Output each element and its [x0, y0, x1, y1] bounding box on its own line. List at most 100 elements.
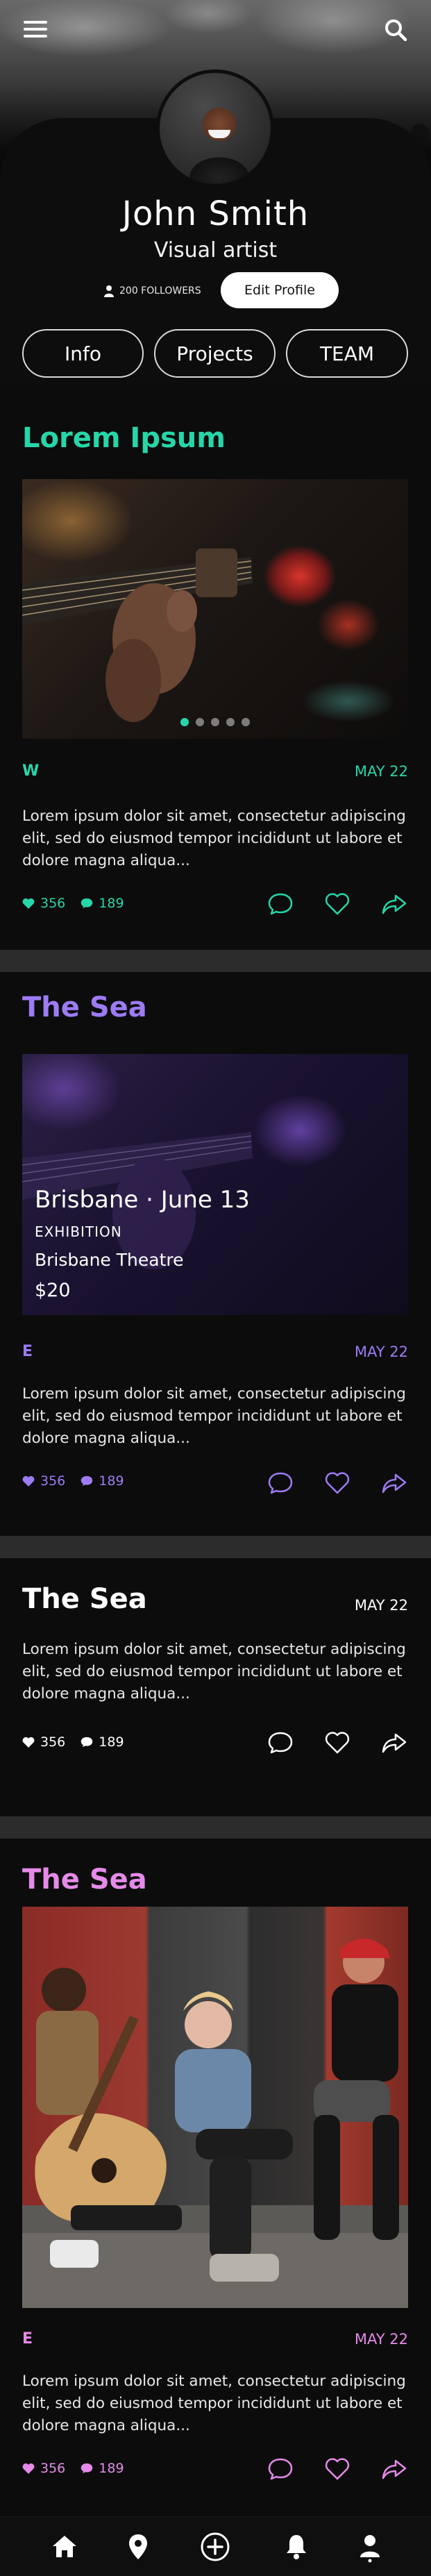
post-separator — [0, 1816, 431, 1839]
post-date: MAY 22 — [354, 763, 408, 780]
post-actions — [267, 890, 408, 918]
post-date: MAY 22 — [354, 1597, 408, 1614]
post-separator — [0, 950, 431, 972]
comments-count[interactable]: 189 — [81, 1473, 124, 1489]
profile-tabs: Info Projects TEAM — [22, 329, 409, 378]
profile-role: Visual artist — [153, 238, 278, 262]
comments-value: 189 — [99, 1734, 124, 1750]
likes-count[interactable]: 356 — [22, 1734, 65, 1750]
comment-icon[interactable] — [267, 2455, 294, 2483]
bottom-navigation — [0, 2516, 431, 2576]
heart-icon[interactable] — [323, 890, 351, 918]
profile-header: John Smith Visual artist 200 FOLLOWERS E… — [0, 0, 431, 389]
comment-icon[interactable] — [267, 1729, 294, 1757]
carousel-dot[interactable] — [180, 718, 189, 726]
post-actions — [267, 2455, 408, 2483]
guitar-photo-carousel[interactable] — [22, 479, 408, 739]
heart-icon[interactable] — [323, 1469, 351, 1497]
likes-value: 356 — [40, 1473, 66, 1489]
avatar[interactable] — [156, 69, 274, 187]
comments-count[interactable]: 189 — [81, 896, 124, 911]
person-icon — [104, 285, 114, 297]
post-card: The Sea E MAY 22 Lorem ipsum dolor sit a… — [0, 1839, 431, 2516]
post-body: Lorem ipsum dolor sit amet, consectetur … — [22, 1385, 406, 1447]
likes-value: 356 — [40, 2461, 66, 2476]
share-icon[interactable] — [380, 1729, 408, 1757]
event-type: EXHIBITION — [35, 1223, 122, 1240]
tab-team[interactable]: TEAM — [286, 329, 408, 378]
post-title: The Sea — [22, 992, 147, 1023]
hamburger-menu-icon[interactable] — [24, 21, 47, 39]
event-photo[interactable]: Brisbane · June 13 EXHIBITION Brisbane T… — [22, 1054, 408, 1315]
likes-count[interactable]: 356 — [22, 896, 65, 911]
likes-count[interactable]: 356 — [22, 2461, 65, 2476]
carousel-dot[interactable] — [226, 718, 235, 726]
location-pin-icon[interactable] — [122, 2531, 154, 2563]
followers-count[interactable]: 200 FOLLOWERS — [104, 281, 201, 301]
carousel-dots — [22, 718, 408, 726]
post-stats: 356 189 — [22, 1473, 124, 1489]
edit-profile-button[interactable]: Edit Profile — [221, 272, 339, 308]
tab-projects[interactable]: Projects — [154, 329, 276, 378]
comment-filled-icon — [81, 898, 93, 909]
comment-icon[interactable] — [267, 890, 294, 918]
comments-count[interactable]: 189 — [81, 2461, 124, 2476]
comments-count[interactable]: 189 — [81, 1734, 124, 1750]
guitar-neck-illustration — [22, 549, 253, 722]
home-icon[interactable] — [49, 2531, 81, 2563]
likes-value: 356 — [40, 896, 66, 911]
carousel-dot[interactable] — [242, 718, 250, 726]
musicians-photo[interactable] — [22, 1907, 408, 2308]
event-city-date: Brisbane · June 13 — [35, 1186, 250, 1214]
musicians-illustration — [22, 1939, 408, 2308]
post-title: The Sea — [22, 1864, 147, 1896]
event-details: Brisbane · June 13 EXHIBITION Brisbane T… — [35, 1186, 250, 1301]
heart-filled-icon — [22, 1475, 35, 1487]
followers-label: 200 FOLLOWERS — [119, 285, 201, 296]
profile-name: John Smith — [121, 194, 310, 233]
comments-value: 189 — [99, 1473, 124, 1489]
comment-filled-icon — [81, 2463, 93, 2474]
avatar-smile — [208, 130, 230, 138]
carousel-dot[interactable] — [211, 718, 219, 726]
heart-icon[interactable] — [323, 1729, 351, 1757]
post-body: Lorem ipsum dolor sit amet, consectetur … — [22, 2373, 406, 2434]
post-separator — [0, 1536, 431, 1558]
post-card: Lorem Ipsum W MAY 22 Lorem ipsum dolor s… — [0, 397, 431, 950]
post-body: Lorem ipsum dolor sit amet, consectetur … — [22, 1641, 406, 1703]
search-icon[interactable] — [384, 18, 407, 42]
comments-value: 189 — [99, 896, 124, 911]
comments-value: 189 — [99, 2461, 124, 2476]
bell-icon[interactable] — [280, 2531, 312, 2563]
post-actions — [267, 1729, 408, 1757]
likes-count[interactable]: 356 — [22, 1473, 65, 1489]
post-tag: E — [22, 1343, 33, 1360]
likes-value: 356 — [40, 1734, 66, 1750]
post-title: The Sea — [22, 1583, 147, 1615]
post-tag: E — [22, 2330, 33, 2348]
post-stats: 356 189 — [22, 1734, 124, 1750]
carousel-dot[interactable] — [196, 718, 204, 726]
add-circle-icon[interactable] — [199, 2531, 231, 2563]
comment-filled-icon — [81, 1737, 93, 1748]
post-body: Lorem ipsum dolor sit amet, consectetur … — [22, 808, 406, 869]
user-icon[interactable] — [354, 2531, 386, 2563]
heart-filled-icon — [22, 2463, 35, 2474]
share-icon[interactable] — [380, 2455, 408, 2483]
post-date: MAY 22 — [354, 2331, 408, 2348]
heart-filled-icon — [22, 898, 35, 909]
post-date: MAY 22 — [354, 1344, 408, 1360]
share-icon[interactable] — [380, 890, 408, 918]
post-card: The Sea Brisbane · June 13 EXHIBITION Br… — [0, 972, 431, 1536]
tab-info[interactable]: Info — [22, 329, 144, 378]
comment-icon[interactable] — [267, 1469, 294, 1497]
post-tag: W — [22, 762, 40, 780]
post-stats: 356 189 — [22, 2461, 124, 2476]
event-price: $20 — [35, 1280, 71, 1301]
post-actions — [267, 1469, 408, 1497]
post-stats: 356 189 — [22, 896, 124, 911]
share-icon[interactable] — [380, 1469, 408, 1497]
comment-filled-icon — [81, 1475, 93, 1487]
heart-icon[interactable] — [323, 2455, 351, 2483]
post-title: Lorem Ipsum — [22, 422, 226, 454]
